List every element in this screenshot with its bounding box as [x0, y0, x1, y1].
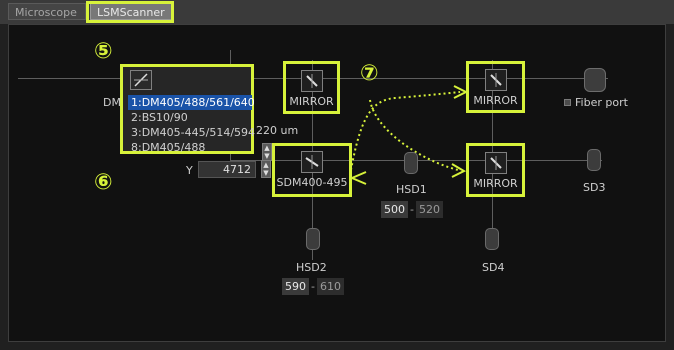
dichroic-option[interactable]: 8:DM405/488 — [128, 140, 252, 155]
arrowhead-icon — [451, 163, 467, 178]
sd3-label: SD3 — [583, 181, 606, 194]
sd4-label: SD4 — [482, 261, 505, 274]
hsd2-from-value[interactable]: 590 — [282, 278, 309, 295]
y-spin-button[interactable]: ▲ ▼ — [261, 160, 271, 178]
arrowhead-icon — [349, 171, 367, 185]
hsd2-label: HSD2 — [296, 261, 327, 274]
hsd2-range: 590 - 610 — [282, 278, 344, 295]
highlight-tab — [86, 1, 174, 23]
mirror-icon — [484, 152, 507, 174]
fiber-port-label: Fiber port — [575, 96, 628, 109]
fiber-port-icon — [584, 68, 606, 92]
dichroic-option-list: 1:DM405/488/561/640 2:BS10/90 3:DM405-44… — [128, 95, 255, 155]
detector-icon — [587, 149, 601, 171]
detector-icon — [485, 228, 499, 250]
hsd1-range: 500 - 520 — [381, 201, 443, 218]
dichroic-icon — [301, 151, 323, 173]
mirror-icon — [484, 69, 507, 91]
hsd1-from-value[interactable]: 500 — [381, 201, 408, 218]
detector-icon — [404, 152, 418, 174]
hsd1-label: HSD1 — [396, 183, 427, 196]
callout-6: ⑥ — [94, 170, 113, 195]
dichroic-option[interactable]: 1:DM405/488/561/640 — [128, 95, 255, 110]
tab-microscope[interactable]: Microscope — [8, 3, 86, 20]
mirror-icon — [300, 70, 323, 92]
hsd2-to-value[interactable]: 610 — [316, 278, 344, 295]
dichroic-icon[interactable] — [130, 70, 152, 90]
fiber-port-checkbox[interactable] — [564, 99, 571, 106]
y-label: Y — [186, 164, 193, 177]
mirror-label: MIRROR — [289, 95, 334, 108]
dichroic-option[interactable]: 2:BS10/90 — [128, 110, 252, 125]
y-position-input[interactable]: 4712 — [198, 161, 256, 178]
mirror-1[interactable]: MIRROR — [283, 61, 340, 114]
dichroic-option[interactable]: 3:DM405-445/514/594 — [128, 125, 255, 140]
range-separator: - — [410, 203, 414, 216]
spin-button-upper[interactable]: ▲ ▼ — [262, 143, 272, 161]
unit-text: 220 um — [256, 124, 299, 137]
sdm-label: SDM400-495 — [276, 176, 348, 189]
hsd1-to-value[interactable]: 520 — [415, 201, 443, 218]
callout-5: ⑤ — [94, 39, 113, 64]
range-separator: - — [311, 280, 315, 293]
detector-icon — [306, 228, 320, 250]
